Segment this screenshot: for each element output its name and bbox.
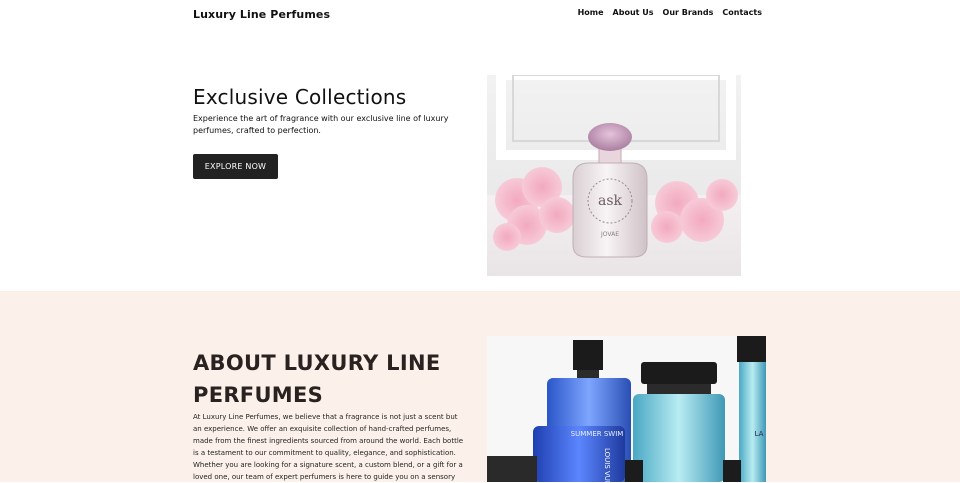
about-section: ABOUT LUXURY LINE PERFUMES At Luxury Lin… [0, 291, 960, 482]
main-nav: Home About Us Our Brands Contacts [578, 8, 762, 17]
nav-contacts[interactable]: Contacts [722, 8, 762, 17]
explore-now-button[interactable]: EXPLORE NOW [193, 154, 278, 179]
nav-our-brands[interactable]: Our Brands [663, 8, 714, 17]
hero-perfume-image: ask JOVAE [487, 75, 741, 276]
hero-description: Experience the art of fragrance with our… [193, 114, 449, 135]
brand-logo[interactable]: Luxury Line Perfumes [193, 8, 330, 21]
hero-title: Exclusive Collections [193, 85, 407, 109]
bottle-label-lv: LOUIS VUITTON [603, 448, 611, 482]
bottle-label-ask: ask [598, 193, 623, 209]
about-title: ABOUT LUXURY LINE PERFUMES [193, 351, 441, 407]
svg-text:LA: LA [755, 430, 764, 438]
site-header: Luxury Line Perfumes Home About Us Our B… [0, 0, 960, 30]
nav-about-us[interactable]: About Us [613, 8, 654, 17]
about-perfume-image: SUMMER SWIM LOUIS VUITTON LA [487, 336, 766, 482]
bottle-label-jovae: JOVAE [600, 231, 619, 238]
nav-home[interactable]: Home [578, 8, 604, 17]
about-text: At Luxury Line Perfumes, we believe that… [193, 413, 464, 481]
hero-section: Exclusive Collections Experience the art… [0, 30, 960, 291]
bottle-label-summer-swim: SUMMER SWIM [571, 430, 624, 438]
